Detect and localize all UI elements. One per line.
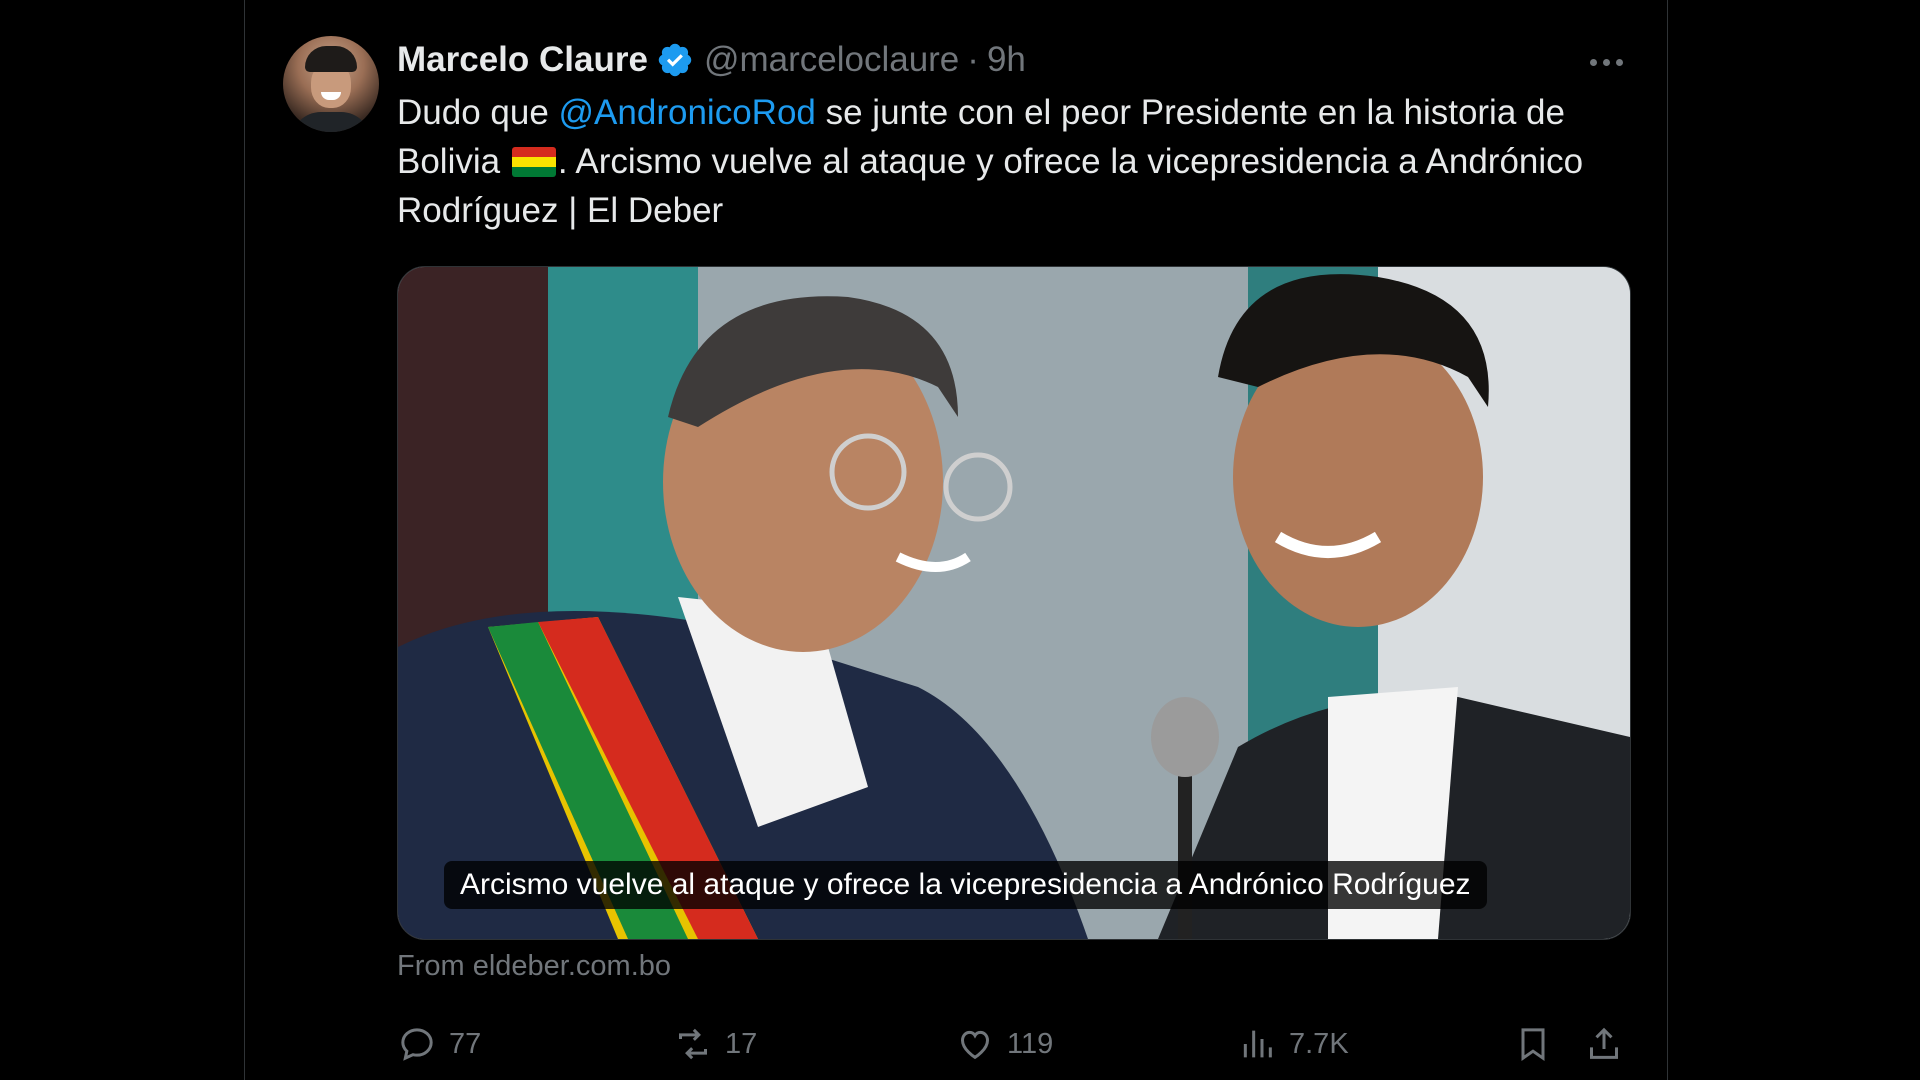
avatar[interactable] <box>283 36 379 132</box>
heart-icon <box>960 1030 990 1060</box>
tweet-text-part: Dudo que <box>397 93 559 132</box>
like-button[interactable]: 119 <box>955 1016 1053 1072</box>
bolivia-flag-emoji <box>511 147 556 177</box>
more-dots-icon[interactable] <box>1586 42 1626 82</box>
reply-button[interactable]: 77 <box>397 1016 481 1072</box>
card-source[interactable]: From eldeber.com.bo <box>397 950 671 983</box>
separator-dot: · <box>967 40 979 79</box>
bookmark-button[interactable] <box>1513 1016 1553 1072</box>
avatar-shirt <box>291 112 371 132</box>
author-name[interactable]: Marcelo Claure <box>397 40 648 80</box>
tweet-text-part: . Arcismo vuelve al ataque y ofrece la v… <box>397 142 1584 230</box>
bar-chart-icon <box>1243 1030 1272 1058</box>
link-card[interactable]: Arcismo vuelve al ataque y ofrece la vic… <box>397 266 1631 940</box>
dot <box>1602 58 1610 66</box>
author-handle[interactable]: @marceloclaure <box>704 40 959 80</box>
mention-link[interactable]: @AndronicoRod <box>559 93 816 132</box>
share-icon <box>1590 1027 1618 1059</box>
tweet-time[interactable]: 9h <box>987 40 1026 80</box>
repost-button[interactable]: 17 <box>673 1016 757 1072</box>
verified-badge-icon[interactable] <box>656 41 694 79</box>
card-image <box>398 267 1630 939</box>
tweet-header: Marcelo Claure @marceloclaure · 9h <box>397 38 1026 82</box>
card-caption: Arcismo vuelve al ataque y ofrece la vic… <box>444 861 1487 909</box>
avatar-hair <box>305 46 357 72</box>
bookmark-icon <box>1521 1028 1545 1062</box>
action-bar: 77 17 119 7.7K <box>397 1016 1637 1072</box>
repost-icon <box>679 1028 707 1060</box>
reply-icon <box>401 1028 433 1061</box>
like-count: 119 <box>1007 1027 1054 1060</box>
dot <box>1589 58 1597 66</box>
view-count: 7.7K <box>1289 1027 1349 1060</box>
views-button[interactable]: 7.7K <box>1237 1016 1349 1072</box>
tweet-text: Dudo que @AndronicoRod se junte con el p… <box>397 88 1637 235</box>
dot <box>1615 58 1623 66</box>
repost-count: 17 <box>725 1027 758 1060</box>
reply-count: 77 <box>449 1027 482 1060</box>
share-button[interactable] <box>1584 1016 1624 1072</box>
